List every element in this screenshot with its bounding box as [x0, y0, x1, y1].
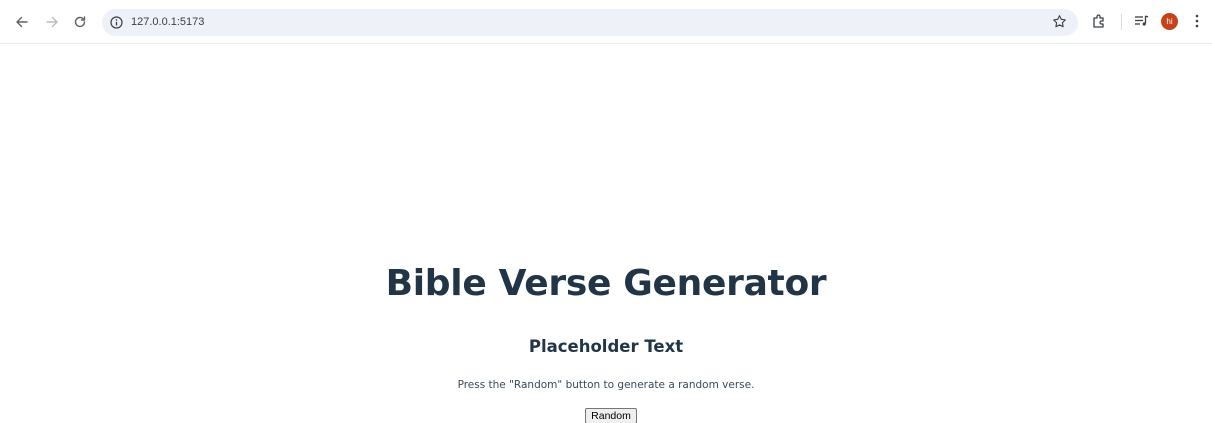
- browser-toolbar: 127.0.0.1:5173 hi: [0, 0, 1212, 44]
- arrow-left-icon: [16, 16, 28, 28]
- url-text[interactable]: 127.0.0.1:5173: [131, 15, 204, 30]
- address-bar[interactable]: 127.0.0.1:5173: [102, 9, 1078, 36]
- star-icon: [1052, 14, 1066, 27]
- media-queue-button[interactable]: [1132, 12, 1150, 30]
- profile-avatar[interactable]: hi: [1161, 13, 1178, 30]
- media-queue-icon: [1134, 15, 1148, 26]
- random-button[interactable]: Random: [585, 408, 637, 423]
- reload-icon: [74, 16, 86, 28]
- instructions-text: Press the "Random" button to generate a …: [457, 379, 755, 391]
- verse-text: Placeholder Text: [528, 337, 684, 356]
- extensions-button[interactable]: [1090, 12, 1108, 30]
- page-content: Bible Verse Generator Placeholder Text P…: [0, 44, 1212, 423]
- reload-button[interactable]: [70, 12, 90, 32]
- back-button[interactable]: [12, 12, 32, 32]
- puzzle-icon: [1093, 14, 1104, 28]
- bookmark-star-button[interactable]: [1050, 12, 1068, 30]
- arrow-right-icon: [46, 16, 58, 28]
- page-title: Bible Verse Generator: [385, 263, 827, 304]
- forward-button[interactable]: [42, 12, 62, 32]
- toolbar-divider: [1121, 14, 1122, 30]
- kebab-menu-icon: [1195, 14, 1199, 28]
- browser-menu-button[interactable]: [1190, 12, 1204, 30]
- info-icon[interactable]: [109, 15, 124, 30]
